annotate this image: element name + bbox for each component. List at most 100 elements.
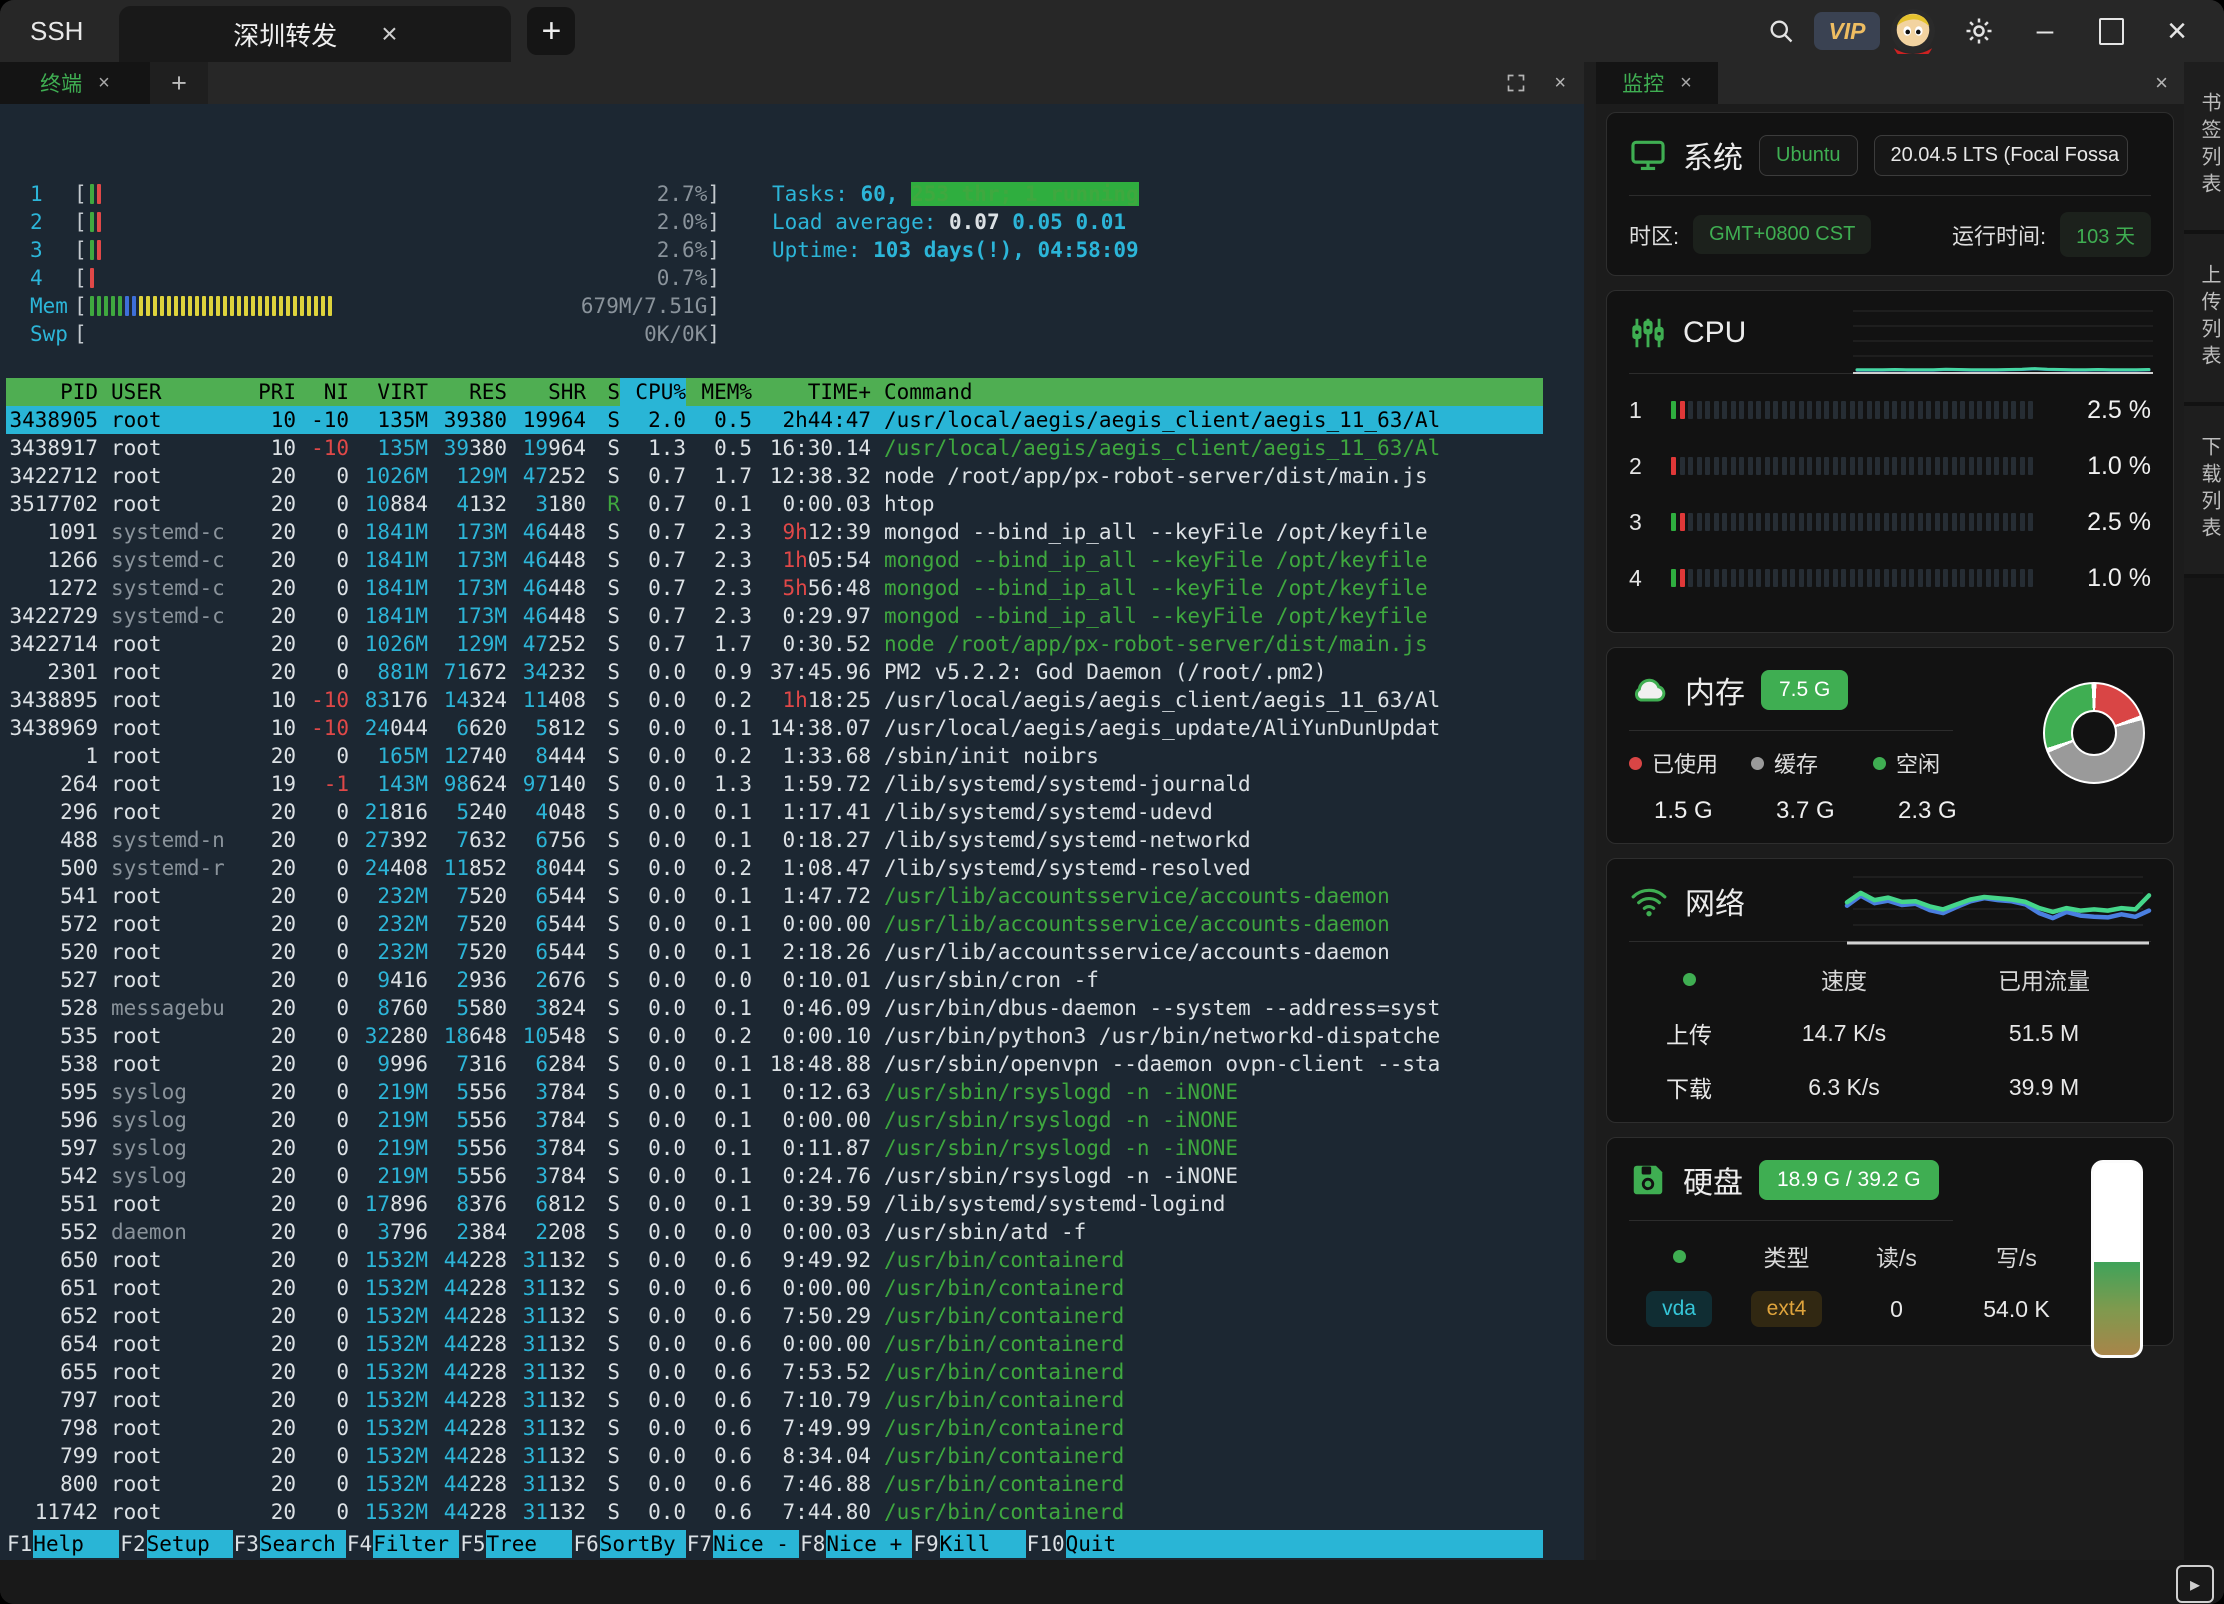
process-row[interactable]: 1272systemd-c2001841M173M46448S0.72.35h5… (6, 574, 1543, 602)
column-header-user[interactable]: USER (98, 378, 243, 406)
session-tab-close-icon[interactable]: × (381, 20, 397, 48)
strip-button-2[interactable]: 下载列表 (2184, 406, 2224, 578)
process-row[interactable]: 551root2001789683766812S0.00.10:39.59/li… (6, 1190, 1543, 1218)
minimize-button[interactable]: – (2012, 0, 2078, 62)
vip-button[interactable]: VIP (1814, 0, 1880, 62)
network-card: 网络 速度已用流量上传14.7 K/s51.5 M下载6.3 K/s39.9 M (1606, 858, 2174, 1123)
fkey-label-F9[interactable]: Kill (940, 1530, 1026, 1558)
process-row[interactable]: 650root2001532M4422831132S0.00.69:49.92/… (6, 1246, 1543, 1274)
terminal-tab-close-icon[interactable]: × (98, 72, 110, 95)
process-row[interactable]: 552daemon200379623842208S0.00.00:00.03/u… (6, 1218, 1543, 1246)
monitor-tab-close-icon[interactable]: × (1680, 72, 1692, 95)
new-terminal-tab-button[interactable]: + (150, 62, 208, 104)
column-header-s[interactable]: S (586, 378, 620, 406)
process-row[interactable]: 597syslog200219M55563784S0.00.10:11.87/u… (6, 1134, 1543, 1162)
close-icon: × (2167, 14, 2187, 48)
fkey-F9[interactable]: F9 (912, 1530, 939, 1558)
tab-terminal[interactable]: 终端 × (0, 62, 150, 104)
session-tab[interactable]: 深圳转发 × (119, 6, 511, 62)
fullscreen-icon[interactable] (1506, 73, 1526, 93)
new-session-button[interactable]: + (527, 7, 575, 55)
process-row[interactable]: 1266systemd-c2001841M173M46448S0.72.31h0… (6, 546, 1543, 574)
fkey-label-F1[interactable]: Help (33, 1530, 119, 1558)
process-row[interactable]: 11742root2001532M4422831132S0.00.67:44.8… (6, 1498, 1543, 1526)
process-row[interactable]: 3438917root10-10135M3938019964S1.30.516:… (6, 434, 1543, 462)
strip-button-0[interactable]: 书签列表 (2184, 62, 2224, 234)
column-header-res[interactable]: RES (428, 378, 507, 406)
process-row[interactable]: 798root2001532M4422831132S0.00.67:49.99/… (6, 1414, 1543, 1442)
fkey-label-F7[interactable]: Nice - (713, 1530, 799, 1558)
process-row[interactable]: 3438895root10-10831761432411408S0.00.21h… (6, 686, 1543, 714)
maximize-button[interactable] (2078, 0, 2144, 62)
search-icon (1767, 17, 1795, 45)
process-row[interactable]: 520root200232M75206544S0.00.12:18.26/usr… (6, 938, 1543, 966)
process-row[interactable]: 3438969root10-102404466205812S0.00.114:3… (6, 714, 1543, 742)
monitor-panel-close-icon[interactable]: × (2155, 62, 2168, 104)
fkey-label-F3[interactable]: Search (260, 1530, 346, 1558)
memory-total-badge: 7.5 G (1761, 670, 1848, 710)
process-row[interactable]: 264root19-1143M9862497140S0.01.31:59.72/… (6, 770, 1543, 798)
fkey-F8[interactable]: F8 (799, 1530, 826, 1558)
fkey-label-F6[interactable]: SortBy (600, 1530, 686, 1558)
column-header-pri[interactable]: PRI (243, 378, 296, 406)
fkey-label-F10[interactable]: Quit (1066, 1530, 1543, 1558)
process-row[interactable]: 538root200999673166284S0.00.118:48.88/us… (6, 1050, 1543, 1078)
fkey-label-F5[interactable]: Tree (486, 1530, 572, 1558)
column-header-time[interactable]: TIME+ (752, 378, 871, 406)
column-header-pid[interactable]: PID (6, 378, 98, 406)
fkey-F3[interactable]: F3 (233, 1530, 260, 1558)
process-row[interactable]: 3422729systemd-c2001841M173M46448S0.72.3… (6, 602, 1543, 630)
fkey-label-F2[interactable]: Setup (147, 1530, 233, 1558)
process-row[interactable]: 535root200322801864810548S0.00.20:00.10/… (6, 1022, 1543, 1050)
settings-button[interactable] (1946, 0, 2012, 62)
process-row[interactable]: 527root200941629362676S0.00.00:10.01/usr… (6, 966, 1543, 994)
process-row[interactable]: 800root2001532M4422831132S0.00.67:46.88/… (6, 1470, 1543, 1498)
fkey-label-F8[interactable]: Nice + (826, 1530, 912, 1558)
expand-panel-button[interactable]: ▸ (2176, 1565, 2214, 1603)
column-header-ni[interactable]: NI (296, 378, 349, 406)
process-row[interactable]: 572root200232M75206544S0.00.10:00.00/usr… (6, 910, 1543, 938)
process-row[interactable]: 3422712root2001026M129M47252S0.71.712:38… (6, 462, 1543, 490)
close-button[interactable]: × (2144, 0, 2210, 62)
process-row[interactable]: 3422714root2001026M129M47252S0.71.70:30.… (6, 630, 1543, 658)
process-row[interactable]: 799root2001532M4422831132S0.00.68:34.04/… (6, 1442, 1543, 1470)
fkey-F4[interactable]: F4 (346, 1530, 373, 1558)
column-header-cmd[interactable]: Command (871, 378, 1543, 406)
process-row[interactable]: 3517702root2001088441323180R0.70.10:00.0… (6, 490, 1543, 518)
fkey-F5[interactable]: F5 (459, 1530, 486, 1558)
process-row[interactable]: 651root2001532M4422831132S0.00.60:00.00/… (6, 1274, 1543, 1302)
process-row[interactable]: 500systemd-r20024408118528044S0.00.21:08… (6, 854, 1543, 882)
process-row[interactable]: 542syslog200219M55563784S0.00.10:24.76/u… (6, 1162, 1543, 1190)
process-row[interactable]: 488systemd-n2002739276326756S0.00.10:18.… (6, 826, 1543, 854)
tab-monitor[interactable]: 监控 × (1596, 62, 1718, 104)
process-row[interactable]: 595syslog200219M55563784S0.00.10:12.63/u… (6, 1078, 1543, 1106)
column-header-virt[interactable]: VIRT (349, 378, 428, 406)
account-button[interactable] (1880, 0, 1946, 62)
fkey-F6[interactable]: F6 (572, 1530, 599, 1558)
column-header-cpu[interactable]: CPU% (620, 378, 686, 406)
process-row[interactable]: 2301root200881M7167234232S0.00.937:45.96… (6, 658, 1543, 686)
process-row[interactable]: 655root2001532M4422831132S0.00.67:53.52/… (6, 1358, 1543, 1386)
fkey-F2[interactable]: F2 (119, 1530, 146, 1558)
strip-button-1[interactable]: 上传列表 (2184, 234, 2224, 406)
fkey-label-F4[interactable]: Filter (373, 1530, 459, 1558)
fkey-F7[interactable]: F7 (686, 1530, 713, 1558)
process-row[interactable]: 1root200165M127408444S0.00.21:33.68/sbin… (6, 742, 1543, 770)
process-row[interactable]: 3438905root10-10135M3938019964S2.00.52h4… (6, 406, 1543, 434)
fkey-F1[interactable]: F1 (6, 1530, 33, 1558)
process-row[interactable]: 596syslog200219M55563784S0.00.10:00.00/u… (6, 1106, 1543, 1134)
column-header-mem[interactable]: MEM% (686, 378, 752, 406)
fkey-F10[interactable]: F10 (1026, 1530, 1066, 1558)
terminal-panel-close-icon[interactable]: × (1554, 72, 1566, 95)
search-button[interactable] (1748, 0, 1814, 62)
process-row[interactable]: 541root200232M75206544S0.00.11:47.72/usr… (6, 882, 1543, 910)
process-row[interactable]: 1091systemd-c2001841M173M46448S0.72.39h1… (6, 518, 1543, 546)
column-header-shr[interactable]: SHR (507, 378, 586, 406)
process-row[interactable]: 797root2001532M4422831132S0.00.67:10.79/… (6, 1386, 1543, 1414)
process-row[interactable]: 296root2002181652404048S0.00.11:17.41/li… (6, 798, 1543, 826)
process-row[interactable]: 654root2001532M4422831132S0.00.60:00.00/… (6, 1330, 1543, 1358)
process-row[interactable]: 528messagebu200876055803824S0.00.10:46.0… (6, 994, 1543, 1022)
terminal-screen[interactable]: 1[2.7%]2[2.0%]3[2.6%]4[0.7%]Mem[679M/7.5… (0, 104, 1584, 1560)
process-row[interactable]: 652root2001532M4422831132S0.00.67:50.29/… (6, 1302, 1543, 1330)
htop-footer: F1HelpF2SetupF3SearchF4FilterF5TreeF6Sor… (6, 1530, 1543, 1558)
